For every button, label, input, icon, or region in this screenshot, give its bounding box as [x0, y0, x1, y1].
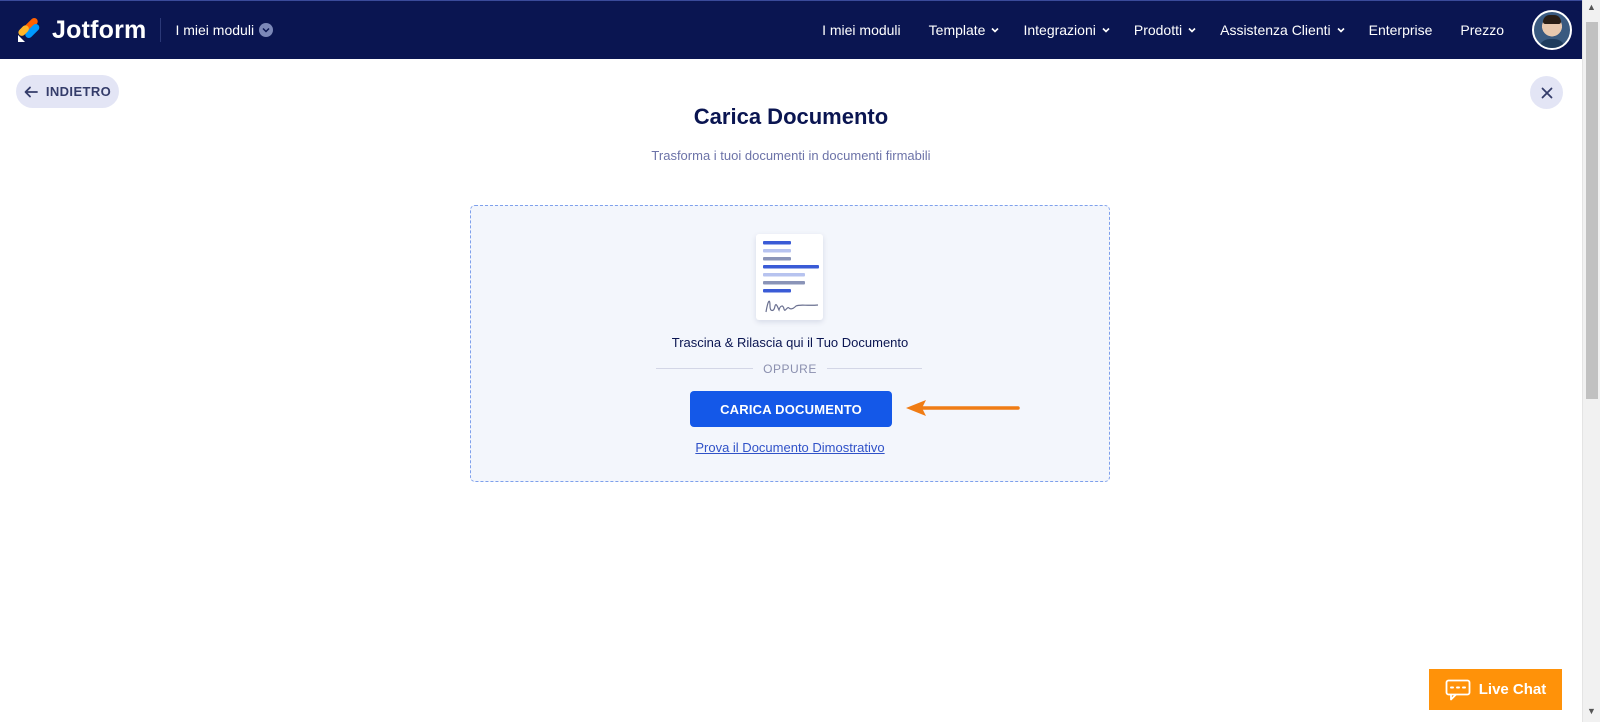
nav-item-enterprise[interactable]: Enterprise [1369, 22, 1433, 38]
nav-label: Template [928, 22, 986, 38]
document-drop-zone[interactable]: Trascina & Rilascia qui il Tuo Documento… [470, 205, 1110, 482]
nav-label: Assistenza Clienti [1220, 22, 1331, 38]
jotform-logo-icon [18, 17, 40, 42]
scroll-up-arrow-icon[interactable]: ▲ [1587, 2, 1596, 12]
try-demo-document-link[interactable]: Prova il Documento Dimostrativo [471, 440, 1109, 455]
chevron-down-icon [1337, 27, 1345, 33]
or-label: OPPURE [753, 362, 827, 376]
arrow-left-icon [24, 86, 38, 97]
nav-item-template[interactable]: Template [929, 22, 1000, 38]
jotform-logo[interactable]: Jotform [16, 1, 146, 60]
chevron-down-icon [1188, 27, 1196, 33]
close-icon [1541, 87, 1552, 98]
brand-divider [160, 18, 162, 42]
chevron-down-icon [1102, 27, 1110, 33]
nav-label: I miei moduli [822, 22, 901, 38]
nav-item-products[interactable]: Prodotti [1134, 22, 1196, 38]
nav-item-integrations[interactable]: Integrazioni [1023, 22, 1110, 38]
my-forms-menu[interactable]: I miei moduli [175, 22, 274, 38]
upload-document-page: Jotform I miei moduli I miei moduli Temp… [0, 0, 1600, 722]
avatar-body [1538, 39, 1566, 48]
scroll-down-arrow-icon[interactable]: ▼ [1587, 706, 1596, 716]
chevron-down-icon [991, 27, 1000, 33]
nav-label: Prodotti [1133, 22, 1183, 38]
brand-name: Jotform [52, 15, 147, 44]
nav-item-pricing[interactable]: Prezzo [1460, 22, 1504, 38]
avatar-hair [1543, 15, 1561, 24]
nav-label: Integrazioni [1023, 22, 1096, 38]
vertical-scrollbar[interactable]: ▲ ▼ [1582, 0, 1600, 722]
live-chat-button[interactable]: Live Chat [1429, 669, 1562, 710]
page-subtitle: Trasforma i tuoi documenti in documenti … [651, 148, 931, 163]
user-avatar[interactable] [1532, 10, 1572, 50]
document-lines-icon [763, 241, 819, 313]
my-forms-label: I miei moduli [175, 22, 255, 38]
nav-label: Prezzo [1460, 22, 1504, 38]
drag-drop-instructions: Trascina & Rilascia qui il Tuo Documento [671, 335, 909, 350]
upload-document-button[interactable]: CARICA DOCUMENTO [690, 391, 892, 427]
live-chat-label: Live Chat [1478, 681, 1547, 698]
main-nav: I miei moduli Template Integrazioni Prod… [822, 1, 1582, 60]
back-label: INDIETRO [45, 84, 112, 99]
nav-item-support[interactable]: Assistenza Clienti [1220, 22, 1345, 38]
document-illustration-icon [756, 234, 823, 320]
scrollbar-thumb[interactable] [1586, 22, 1598, 399]
page-title: Carica Documento [693, 104, 889, 129]
nav-item-my-forms[interactable]: I miei moduli [822, 22, 901, 38]
chevron-down-icon [259, 23, 274, 37]
nav-label: Enterprise [1368, 22, 1433, 38]
chat-bubble-icon [1445, 679, 1471, 700]
orange-pointer-arrow-icon [906, 400, 1020, 416]
top-navigation-bar: Jotform I miei moduli I miei moduli Temp… [0, 0, 1582, 59]
or-separator: OPPURE [471, 360, 1109, 378]
